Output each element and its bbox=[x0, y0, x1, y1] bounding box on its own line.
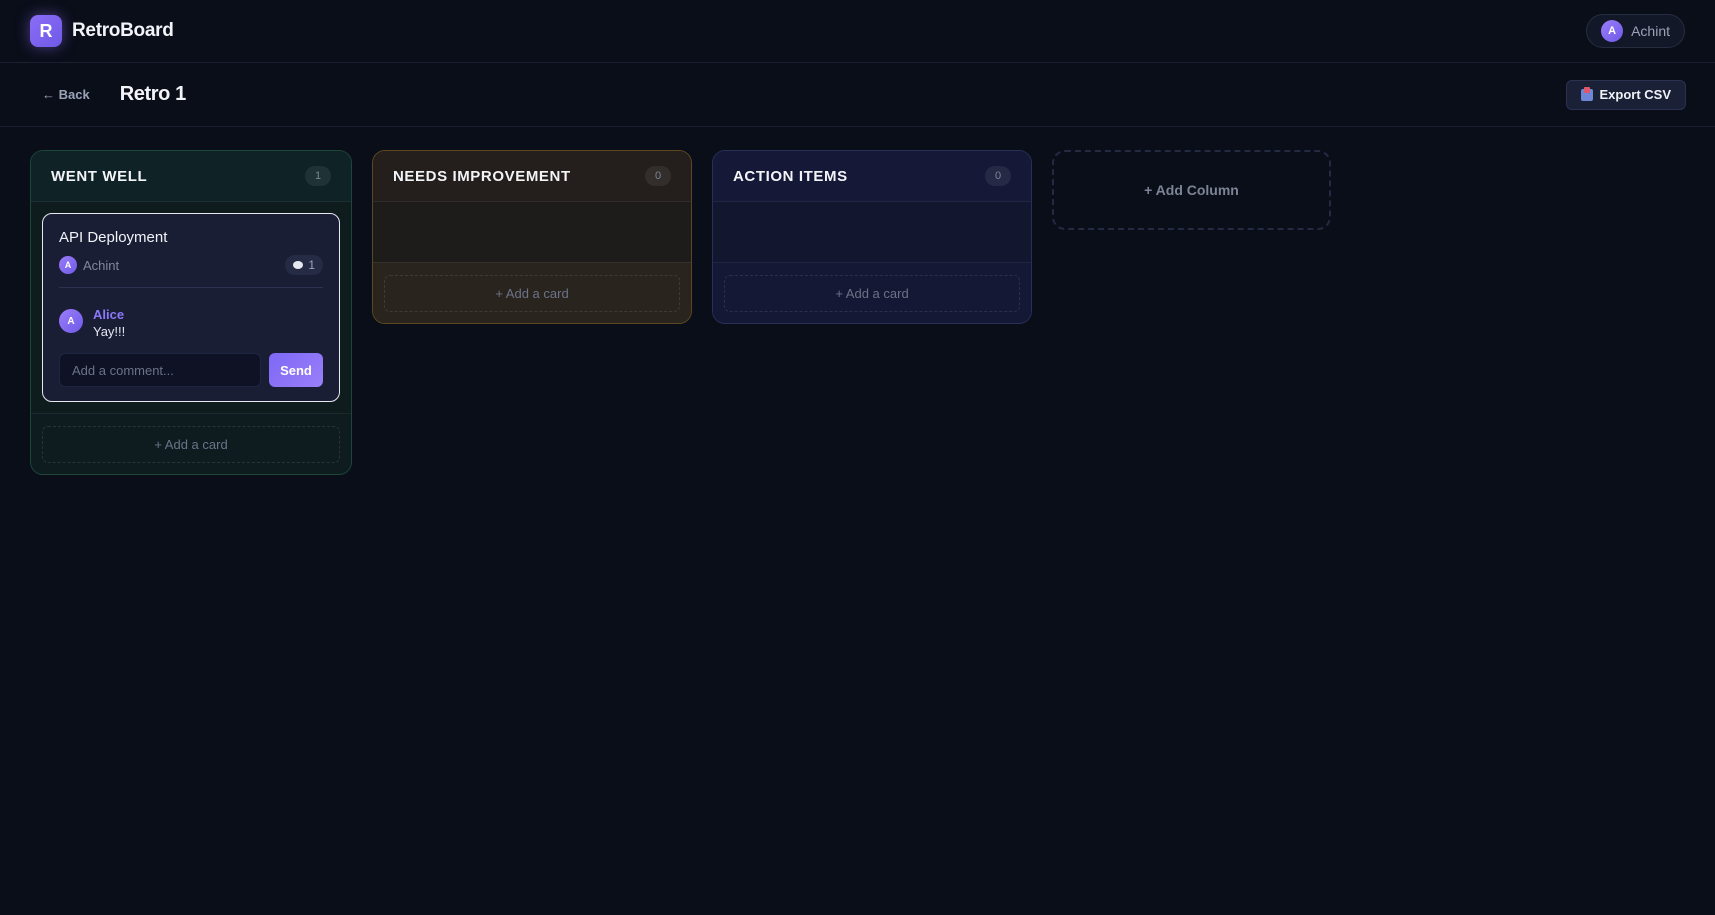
top-bar: R RetroBoard A Achint bbox=[0, 0, 1715, 63]
comment-input[interactable] bbox=[59, 353, 261, 387]
column-title[interactable]: ACTION ITEMS bbox=[733, 168, 848, 185]
column-needs-improvement: NEEDS IMPROVEMENT 0 + Add a card bbox=[372, 150, 692, 324]
user-menu-button[interactable]: A Achint bbox=[1586, 14, 1685, 48]
comment-bubble-icon bbox=[293, 261, 304, 269]
brand[interactable]: R RetroBoard bbox=[30, 15, 174, 47]
logo-icon: R bbox=[30, 15, 62, 47]
card-meta: A Achint 1 bbox=[59, 255, 323, 288]
comment-count-button[interactable]: 1 bbox=[285, 255, 323, 275]
send-button[interactable]: Send bbox=[269, 353, 323, 387]
column-went-well: WENT WELL 1 API Deployment A Achint 1 A bbox=[30, 150, 352, 475]
user-name: Achint bbox=[1631, 23, 1670, 39]
board-toolbar: ← Back Retro 1 Export CSV bbox=[0, 63, 1715, 127]
comment-form: Send bbox=[59, 353, 323, 387]
column-title[interactable]: WENT WELL bbox=[51, 168, 147, 185]
retro-card[interactable]: API Deployment A Achint 1 A Alice Yay!!!… bbox=[42, 213, 340, 402]
card-author: A Achint bbox=[59, 256, 119, 274]
add-card-button[interactable]: + Add a card bbox=[724, 275, 1020, 312]
export-csv-button[interactable]: Export CSV bbox=[1566, 79, 1686, 110]
page-title: Retro 1 bbox=[119, 83, 187, 105]
export-label: Export CSV bbox=[1599, 87, 1671, 102]
comment-text: Yay!!! bbox=[93, 324, 126, 339]
column-header: NEEDS IMPROVEMENT 0 bbox=[373, 151, 691, 202]
column-body: API Deployment A Achint 1 A Alice Yay!!!… bbox=[31, 202, 351, 413]
add-card-button[interactable]: + Add a card bbox=[42, 426, 340, 463]
comment-author: Alice bbox=[93, 307, 125, 322]
card-count-badge: 0 bbox=[985, 166, 1011, 186]
export-icon bbox=[1581, 86, 1594, 101]
card-title: API Deployment bbox=[59, 229, 168, 246]
column-title[interactable]: NEEDS IMPROVEMENT bbox=[393, 168, 571, 185]
column-body bbox=[713, 202, 1031, 262]
add-column-button[interactable]: + Add Column bbox=[1052, 150, 1331, 230]
column-footer: + Add a card bbox=[713, 262, 1031, 323]
column-footer: + Add a card bbox=[373, 262, 691, 323]
commenter-avatar: A bbox=[59, 309, 83, 333]
column-header: WENT WELL 1 bbox=[31, 151, 351, 202]
column-header: ACTION ITEMS 0 bbox=[713, 151, 1031, 202]
column-footer: + Add a card bbox=[31, 413, 351, 474]
author-avatar: A bbox=[59, 256, 77, 274]
user-avatar: A bbox=[1601, 20, 1624, 42]
author-name: Achint bbox=[83, 257, 120, 273]
card-count-badge: 0 bbox=[645, 166, 671, 186]
column-action-items: ACTION ITEMS 0 + Add a card bbox=[712, 150, 1032, 324]
app-name: RetroBoard bbox=[72, 20, 174, 41]
comment-count: 1 bbox=[308, 258, 315, 272]
card-count-badge: 1 bbox=[305, 166, 331, 186]
column-body bbox=[373, 202, 691, 262]
comment: A Alice Yay!!! bbox=[59, 307, 323, 339]
add-card-button[interactable]: + Add a card bbox=[384, 275, 680, 312]
board: WENT WELL 1 API Deployment A Achint 1 A bbox=[0, 127, 1715, 498]
back-button[interactable]: ← Back bbox=[42, 87, 90, 102]
